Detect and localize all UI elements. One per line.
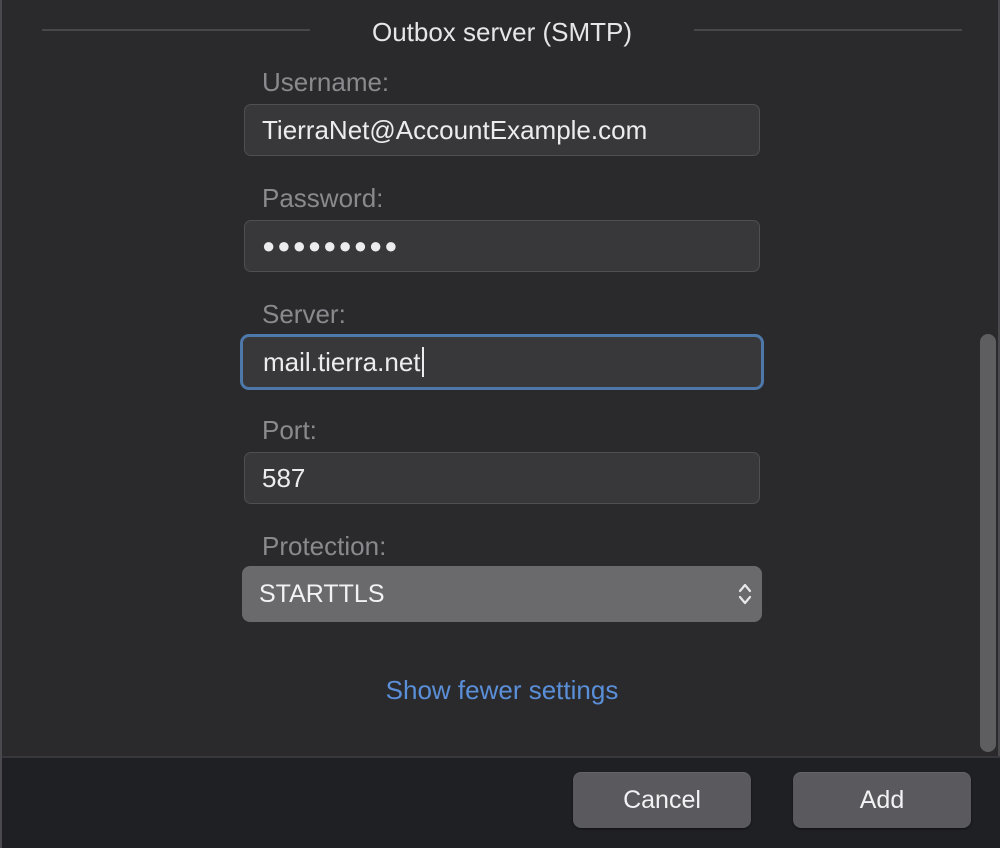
port-field[interactable]: 587 bbox=[244, 452, 760, 504]
section-title: Outbox server (SMTP) bbox=[371, 17, 633, 47]
section-header: Outbox server (SMTP) bbox=[42, 14, 962, 50]
port-label: Port: bbox=[262, 415, 317, 445]
section-divider-left bbox=[42, 29, 310, 31]
password-label: Password: bbox=[262, 183, 384, 213]
server-label: Server: bbox=[262, 299, 346, 329]
server-value: mail.tierra.net bbox=[263, 347, 421, 377]
password-value: ●●●●●●●●● bbox=[262, 233, 400, 258]
add-button[interactable]: Add bbox=[793, 772, 971, 828]
username-label: Username: bbox=[262, 67, 390, 97]
text-caret bbox=[421, 347, 424, 378]
password-field[interactable]: ●●●●●●●●● bbox=[244, 220, 760, 272]
section-divider-right bbox=[694, 29, 962, 31]
protection-select[interactable]: STARTTLS bbox=[242, 566, 762, 622]
scrollbar-thumb[interactable] bbox=[980, 334, 996, 752]
cancel-button[interactable]: Cancel bbox=[573, 772, 751, 828]
chevron-up-down-icon bbox=[738, 583, 752, 605]
smtp-settings-window: Outbox server (SMTP) Username: TierraNet… bbox=[0, 0, 1000, 848]
protection-value: STARTTLS bbox=[259, 580, 385, 608]
show-fewer-settings-link[interactable]: Show fewer settings bbox=[302, 672, 702, 708]
server-field[interactable]: mail.tierra.net bbox=[240, 334, 764, 390]
username-field[interactable]: TierraNet@AccountExample.com bbox=[244, 104, 760, 156]
protection-label: Protection: bbox=[262, 531, 387, 561]
